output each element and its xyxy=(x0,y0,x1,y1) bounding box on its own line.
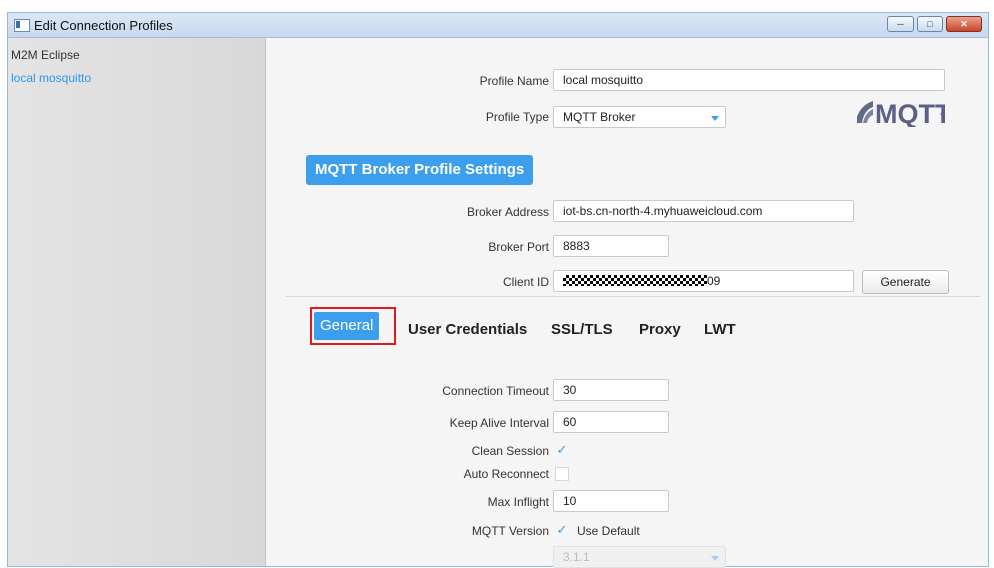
window-title: Edit Connection Profiles xyxy=(34,18,173,33)
broker-address-label: Broker Address xyxy=(466,205,549,219)
tab-proxy[interactable]: Proxy xyxy=(639,318,681,342)
use-default-checkbox[interactable]: ✓ xyxy=(555,523,569,538)
keep-alive-interval-label: Keep Alive Interval xyxy=(449,416,549,430)
title-bar: Edit Connection Profiles ─ □ ✕ xyxy=(8,13,988,38)
highlight-box xyxy=(310,307,396,345)
clean-session-checkbox[interactable]: ✓ xyxy=(555,443,569,458)
sidebar-item-m2m-eclipse[interactable]: M2M Eclipse xyxy=(11,48,80,62)
profile-type-select[interactable]: MQTT Broker xyxy=(553,106,726,128)
client-id-label: Client ID xyxy=(502,275,549,289)
tab-lwt[interactable]: LWT xyxy=(704,318,736,342)
use-default-label: Use Default xyxy=(577,524,640,538)
client-id-input[interactable]: 09 xyxy=(553,270,854,292)
max-inflight-input[interactable]: 10 xyxy=(553,490,669,512)
profile-type-label: Profile Type xyxy=(485,110,549,124)
broker-port-label: Broker Port xyxy=(488,240,549,254)
mqtt-logo-text: MQTT xyxy=(875,99,945,127)
mqtt-logo: MQTT org xyxy=(857,99,945,127)
connection-timeout-input[interactable]: 30 xyxy=(553,379,669,401)
tab-ssl-tls[interactable]: SSL/TLS xyxy=(551,318,613,342)
sidebar-item-local-mosquitto[interactable]: local mosquitto xyxy=(11,71,91,85)
app-icon xyxy=(14,19,30,32)
separator xyxy=(286,296,980,297)
auto-reconnect-label: Auto Reconnect xyxy=(463,467,549,481)
keep-alive-interval-input[interactable]: 60 xyxy=(553,411,669,433)
client-id-redaction xyxy=(563,275,707,286)
profile-type-value: MQTT Broker xyxy=(563,110,636,124)
mqtt-logo-suffix: org xyxy=(940,107,945,116)
profiles-sidebar: M2M Eclipse local mosquitto xyxy=(8,38,266,566)
minimize-button[interactable]: ─ xyxy=(887,16,914,32)
mqtt-version-label: MQTT Version xyxy=(471,524,549,538)
broker-port-input[interactable]: 8883 xyxy=(553,235,669,257)
broker-address-input[interactable]: iot-bs.cn-north-4.myhuaweicloud.com xyxy=(553,200,854,222)
chevron-down-icon xyxy=(711,556,719,561)
maximize-button[interactable]: □ xyxy=(917,16,943,32)
generate-button[interactable]: Generate xyxy=(862,270,949,294)
chevron-down-icon xyxy=(711,116,719,121)
auto-reconnect-checkbox[interactable] xyxy=(555,467,569,481)
max-inflight-label: Max Inflight xyxy=(487,495,549,509)
tab-user-credentials[interactable]: User Credentials xyxy=(408,318,527,342)
mqtt-broker-profile-settings-button[interactable]: MQTT Broker Profile Settings xyxy=(306,155,534,185)
clean-session-label: Clean Session xyxy=(471,444,549,458)
client-id-suffix: 09 xyxy=(707,274,721,288)
profile-name-label: Profile Name xyxy=(479,74,549,88)
profile-name-input[interactable]: local mosquitto xyxy=(553,69,945,91)
connection-timeout-label: Connection Timeout xyxy=(442,384,549,398)
close-button[interactable]: ✕ xyxy=(946,16,982,32)
mqtt-version-value: 3.1.1 xyxy=(563,550,590,564)
